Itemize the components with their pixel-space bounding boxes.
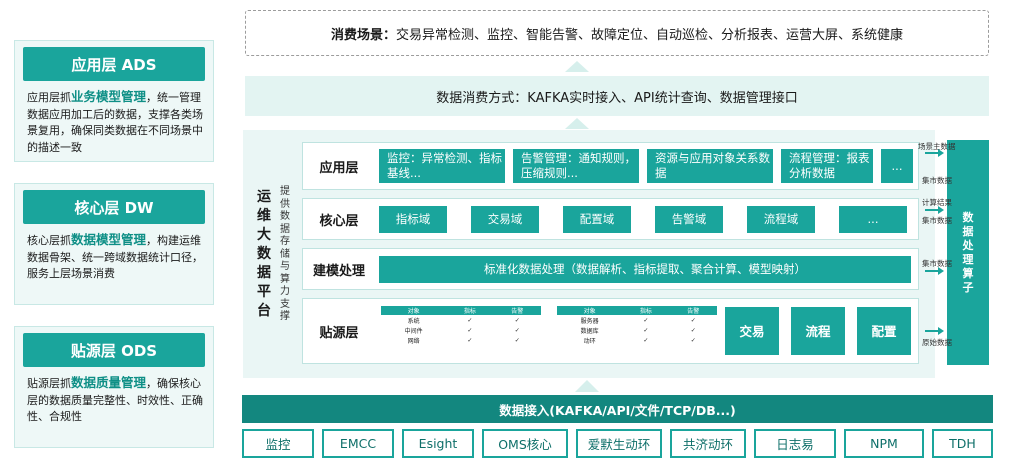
side-label: 集市数据 bbox=[922, 259, 952, 268]
layer-desc-ods: 贴源层抓数据质量管理，确保核心层的数据质量完整性、时效性、正确性、合规性 bbox=[27, 375, 203, 423]
core-domain-alert: 告警域 bbox=[655, 206, 723, 233]
table-row: 系统 ✓ ✓ bbox=[407, 316, 520, 325]
app-item-resource: 资源与应用对象关系数据 bbox=[647, 149, 773, 183]
source-esight: Esight bbox=[402, 429, 474, 458]
ods-box-config: 配置 bbox=[857, 307, 911, 355]
source-npm: NPM bbox=[844, 429, 924, 458]
source-rizhiyi: 日志易 bbox=[754, 429, 836, 458]
scenario-text: 交易异常检测、监控、智能告警、故障定位、自动巡检、分析报表、运营大屏、系统健康 bbox=[396, 27, 904, 43]
table-row: 网络 ✓ ✓ bbox=[407, 336, 520, 345]
core-domain-config: 配置域 bbox=[563, 206, 631, 233]
core-domain-process: 流程域 bbox=[747, 206, 815, 233]
source-gongji: 共济动环 bbox=[670, 429, 746, 458]
core-domain-more: ... bbox=[839, 206, 907, 233]
consumption-scenarios: 消费场景： 交易异常检测、监控、智能告警、故障定位、自动巡检、分析报表、运营大屏… bbox=[245, 10, 989, 56]
data-ingestion-bar: 数据接入(KAFKA/API/文件/TCP/DB...) bbox=[242, 395, 993, 423]
core-domain-transaction: 交易域 bbox=[471, 206, 539, 233]
table-row: 中间件 ✓ ✓ bbox=[404, 326, 520, 335]
table-row: 服务器 ✓ ✓ bbox=[580, 316, 696, 325]
app-layer-row: 应用层 监控：异常检测、指标基线... 告警管理：通知规则，压缩规则... 资源… bbox=[302, 142, 919, 190]
modeling-row: 建模处理 标准化数据处理（数据解析、指标提取、聚合计算、模型映射） bbox=[302, 248, 919, 290]
up-arrow-icon bbox=[565, 118, 589, 129]
core-domain-metric: 指标域 bbox=[379, 206, 447, 233]
source-oms: OMS核心 bbox=[482, 429, 568, 458]
row-label-core: 核心层 bbox=[319, 213, 359, 229]
right-arrow-icon bbox=[925, 206, 944, 214]
scenario-label: 消费场景： bbox=[330, 27, 396, 43]
platform-subtitle: 提供数据存储与算力支撑 bbox=[280, 186, 290, 322]
source-emcc: EMCC bbox=[322, 429, 394, 458]
layer-desc-ads: 应用层抓业务模型管理，统一管理数据应用加工后的数据，支撑各类场景复用，确保同类数… bbox=[27, 89, 203, 154]
ods-box-transaction: 交易 bbox=[725, 307, 779, 355]
app-item-monitor: 监控：异常检测、指标基线... bbox=[379, 149, 505, 183]
row-label-ods: 贴源层 bbox=[319, 325, 359, 341]
data-processing-operators: 数据处理算子 bbox=[947, 140, 989, 365]
row-label-model: 建模处理 bbox=[312, 263, 365, 279]
right-arrow-icon bbox=[925, 149, 944, 157]
side-label: 集市数据 bbox=[922, 176, 952, 185]
side-label: 集市数据 bbox=[922, 216, 952, 225]
consumption-methods: 数据消费方式：KAFKA实时接入、API统计查询、数据管理接口 bbox=[245, 76, 989, 116]
layer-title-ads: 应用层 ADS bbox=[23, 47, 205, 81]
modeling-process-box: 标准化数据处理（数据解析、指标提取、聚合计算、模型映射） bbox=[379, 256, 911, 283]
app-item-more: ... bbox=[881, 149, 913, 183]
layer-title-ods: 贴源层 ODS bbox=[23, 333, 205, 367]
ods-box-process: 流程 bbox=[791, 307, 845, 355]
layer-card-ods: 贴源层 ODS 贴源层抓数据质量管理，确保核心层的数据质量完整性、时效性、正确性… bbox=[14, 326, 214, 448]
ods-layer-row: 贴源层 对象 指标 告警 系统 ✓ ✓ 中间件 ✓ ✓ 网络 ✓ ✓ 对象 指标 告警 服务器 ✓ ✓ … bbox=[302, 298, 919, 364]
source-tdh: TDH bbox=[932, 429, 993, 458]
app-item-process: 流程管理：报表分析数据 bbox=[781, 149, 873, 183]
side-label: 原始数据 bbox=[922, 338, 952, 347]
side-label: 计算结果 bbox=[922, 198, 952, 207]
ods-table-1: 对象 指标 告警 系统 ✓ ✓ 中间件 ✓ ✓ 网络 ✓ ✓ bbox=[381, 306, 541, 345]
platform-title: 运维大数据平台 bbox=[257, 189, 271, 319]
side-label: 场景主数据 bbox=[918, 142, 956, 151]
layer-title-dw: 核心层 DW bbox=[23, 190, 205, 224]
right-arrow-icon bbox=[925, 267, 944, 275]
up-arrow-icon bbox=[575, 380, 599, 392]
source-emerson: 爱默生动环 bbox=[576, 429, 662, 458]
app-item-alert: 告警管理：通知规则，压缩规则... bbox=[513, 149, 639, 183]
source-monitor: 监控 bbox=[242, 429, 314, 458]
layer-desc-dw: 核心层抓数据模型管理，构建运维数据骨架、统一跨域数据统计口径，服务上层场景消费 bbox=[27, 232, 203, 280]
layer-card-dw: 核心层 DW 核心层抓数据模型管理，构建运维数据骨架、统一跨域数据统计口径，服务… bbox=[14, 183, 214, 305]
layer-card-ads: 应用层 ADS 应用层抓业务模型管理，统一管理数据应用加工后的数据，支撑各类场景… bbox=[14, 40, 214, 162]
table-row: 数据库 ✓ ✓ bbox=[580, 326, 696, 335]
table-row: 动环 ✓ ✓ bbox=[583, 336, 696, 345]
core-layer-row: 核心层 指标域 交易域 配置域 告警域 流程域 ... bbox=[302, 198, 919, 240]
up-arrow-icon bbox=[565, 61, 589, 72]
row-label-app: 应用层 bbox=[319, 160, 359, 176]
right-arrow-icon bbox=[925, 327, 944, 335]
ods-table-2: 对象 指标 告警 服务器 ✓ ✓ 数据库 ✓ ✓ 动环 ✓ ✓ bbox=[557, 306, 717, 345]
